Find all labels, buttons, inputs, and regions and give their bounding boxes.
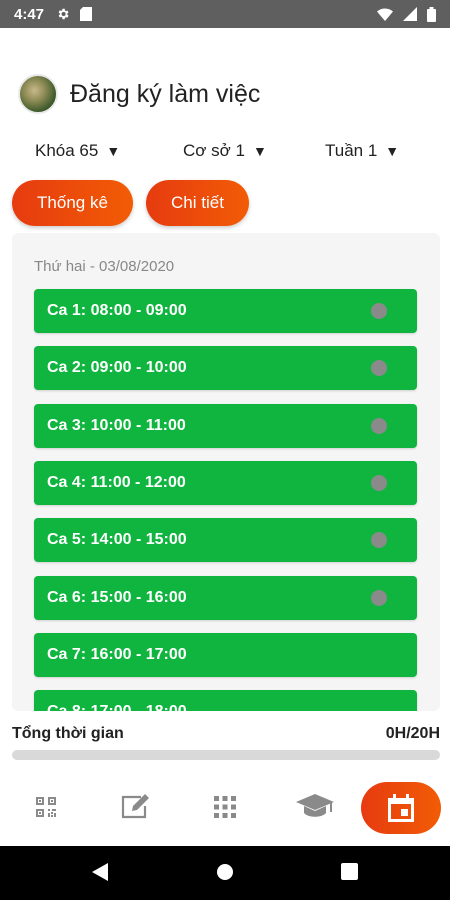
system-nav-bar xyxy=(0,846,450,900)
campus-dropdown[interactable]: Cơ sở 1 ▼ xyxy=(183,136,267,166)
settings-icon xyxy=(58,8,69,20)
shift-slot[interactable]: Ca 5: 14:00 - 15:00 xyxy=(34,518,417,563)
schedule-panel[interactable]: Thứ hai - 03/08/2020 Ca 1: 08:00 - 09:00… xyxy=(12,233,440,711)
nav-education[interactable] xyxy=(292,784,338,830)
nav-edit[interactable] xyxy=(112,784,158,830)
page-title: Đăng ký làm việc xyxy=(70,79,261,108)
signal-icon xyxy=(403,7,417,21)
edit-icon xyxy=(121,794,149,819)
status-bar: 4:47 xyxy=(0,0,450,28)
nav-qr[interactable] xyxy=(23,784,69,830)
shift-slot-label: Ca 5: 14:00 - 15:00 xyxy=(47,531,187,549)
caret-down-icon: ▼ xyxy=(252,143,267,159)
avatar[interactable] xyxy=(18,74,58,114)
sd-card-icon xyxy=(80,7,93,21)
apps-grid-icon xyxy=(214,796,236,818)
back-icon[interactable] xyxy=(92,863,108,881)
details-button[interactable]: Chi tiết xyxy=(146,180,249,226)
campus-dropdown-label: Cơ sở 1 xyxy=(183,141,245,160)
shift-slot[interactable]: Ca 3: 10:00 - 11:00 xyxy=(34,403,417,448)
course-dropdown[interactable]: Khóa 65 ▼ xyxy=(35,136,120,166)
shift-slot-label: Ca 8: 17:00 - 18:00 xyxy=(47,703,187,711)
status-time: 4:47 xyxy=(14,5,45,23)
shift-slot[interactable]: Ca 8: 17:00 - 18:00 xyxy=(34,690,417,711)
nav-apps[interactable] xyxy=(202,784,248,830)
statistics-button[interactable]: Thống kê xyxy=(12,180,133,226)
battery-icon xyxy=(427,6,436,22)
week-dropdown[interactable]: Tuần 1 ▼ xyxy=(325,136,399,166)
shift-slot[interactable]: Ca 4: 11:00 - 12:00 xyxy=(34,460,417,505)
nav-calendar[interactable] xyxy=(361,782,441,834)
week-dropdown-label: Tuần 1 xyxy=(325,141,378,160)
shift-slot-label: Ca 6: 15:00 - 16:00 xyxy=(47,588,187,606)
status-dot-icon xyxy=(371,360,387,377)
shift-slot-label: Ca 2: 09:00 - 10:00 xyxy=(47,359,187,377)
total-time-row: Tổng thời gian 0H/20H xyxy=(12,722,440,746)
status-dot-icon xyxy=(371,303,387,319)
wifi-icon xyxy=(377,7,393,21)
total-time-progress xyxy=(12,750,440,760)
filter-bar: Khóa 65 ▼ Cơ sở 1 ▼ Tuần 1 ▼ xyxy=(0,136,450,166)
shift-slot[interactable]: Ca 2: 09:00 - 10:00 xyxy=(34,346,417,391)
shift-slot[interactable]: Ca 7: 16:00 - 17:00 xyxy=(34,632,417,677)
shift-slot-label: Ca 7: 16:00 - 17:00 xyxy=(47,645,187,663)
calendar-icon xyxy=(388,794,414,822)
status-dot-icon xyxy=(371,474,387,491)
home-icon[interactable] xyxy=(216,863,234,881)
course-dropdown-label: Khóa 65 xyxy=(35,141,99,160)
bottom-nav xyxy=(0,776,450,840)
view-tabs: Thống kê Chi tiết xyxy=(12,180,249,226)
shift-slot[interactable]: Ca 6: 15:00 - 16:00 xyxy=(34,575,417,620)
status-dot-icon xyxy=(371,417,387,434)
page-header: Đăng ký làm việc xyxy=(18,72,260,116)
qr-code-icon xyxy=(36,797,56,817)
caret-down-icon: ▼ xyxy=(385,143,400,159)
recents-icon[interactable] xyxy=(341,863,358,880)
shift-slot-label: Ca 4: 11:00 - 12:00 xyxy=(47,473,186,491)
shift-slot-label: Ca 1: 08:00 - 09:00 xyxy=(47,302,187,319)
total-time-label: Tổng thời gian xyxy=(12,725,124,742)
graduation-cap-icon xyxy=(296,794,334,817)
day-label: Thứ hai - 03/08/2020 xyxy=(34,258,175,275)
status-dot-icon xyxy=(371,589,387,606)
shift-slot-label: Ca 3: 10:00 - 11:00 xyxy=(47,416,186,434)
caret-down-icon: ▼ xyxy=(106,143,121,159)
total-time-value: 0H/20H xyxy=(385,725,440,742)
status-dot-icon xyxy=(371,532,387,549)
shift-slot[interactable]: Ca 1: 08:00 - 09:00 xyxy=(34,289,417,333)
